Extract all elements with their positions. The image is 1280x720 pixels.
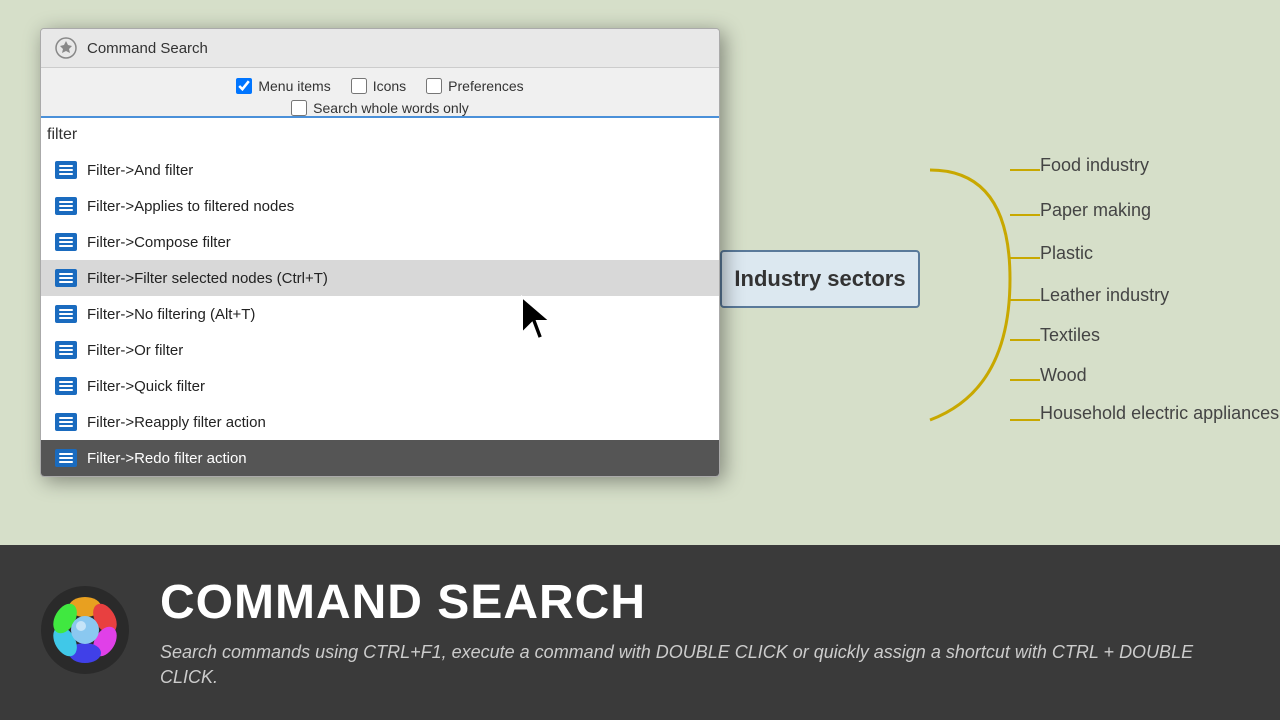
branch-plastic: Plastic xyxy=(1040,243,1093,264)
options-row-1: Menu items Icons Preferences xyxy=(236,78,523,94)
bottom-bar: COMMAND SEARCH Search commands using CTR… xyxy=(0,545,1280,720)
menu-items-option[interactable]: Menu items xyxy=(236,78,330,94)
bottom-title: COMMAND SEARCH xyxy=(160,575,1240,630)
preferences-option[interactable]: Preferences xyxy=(426,78,523,94)
result-item[interactable]: Filter->Or filter xyxy=(41,332,719,368)
result-icon xyxy=(55,161,77,179)
mindmap-center-label: Industry sectors xyxy=(734,266,905,292)
whole-words-label: Search whole words only xyxy=(313,100,469,116)
options-row-2: Search whole words only xyxy=(291,100,469,116)
dialog-options: Menu items Icons Preferences Search whol… xyxy=(41,68,719,116)
result-label: Filter->Filter selected nodes (Ctrl+T) xyxy=(87,270,328,287)
menu-items-checkbox[interactable] xyxy=(236,78,252,94)
menu-items-label: Menu items xyxy=(258,78,330,94)
result-icon xyxy=(55,233,77,251)
result-item[interactable]: Filter->Applies to filtered nodes xyxy=(41,188,719,224)
result-label: Filter->Reapply filter action xyxy=(87,414,266,431)
result-label: Filter->Or filter xyxy=(87,342,183,359)
whole-words-checkbox[interactable] xyxy=(291,100,307,116)
branch-textiles: Textiles xyxy=(1040,325,1100,346)
result-item-selected[interactable]: Filter->Filter selected nodes (Ctrl+T) xyxy=(41,260,719,296)
result-label: Filter->Applies to filtered nodes xyxy=(87,198,294,215)
result-label: Filter->Redo filter action xyxy=(87,450,247,467)
result-icon xyxy=(55,449,77,467)
bottom-logo xyxy=(40,585,130,680)
bottom-description: Search commands using CTRL+F1, execute a… xyxy=(160,640,1240,690)
result-item[interactable]: Filter->Compose filter xyxy=(41,224,719,260)
dialog-titlebar: Command Search xyxy=(41,29,719,68)
app-icon xyxy=(55,37,77,59)
result-item[interactable]: Filter->And filter xyxy=(41,152,719,188)
branch-household: Household electric appliances xyxy=(1040,403,1279,424)
command-search-dialog: Command Search Menu items Icons Preferen… xyxy=(40,28,720,477)
result-label: Filter->Compose filter xyxy=(87,234,231,251)
result-icon xyxy=(55,269,77,287)
mindmap-area: Industry sectors Food industry Paper mak… xyxy=(640,40,1260,520)
app-logo xyxy=(40,585,130,675)
branch-paper-making: Paper making xyxy=(1040,200,1151,221)
preferences-checkbox[interactable] xyxy=(426,78,442,94)
icons-option[interactable]: Icons xyxy=(351,78,406,94)
results-list: Filter->And filter Filter->Applies to fi… xyxy=(41,152,719,476)
result-icon xyxy=(55,377,77,395)
icons-label: Icons xyxy=(373,78,406,94)
result-icon xyxy=(55,413,77,431)
dialog-title: Command Search xyxy=(87,40,208,57)
result-icon xyxy=(55,341,77,359)
branch-food-industry: Food industry xyxy=(1040,155,1149,176)
bottom-text-area: COMMAND SEARCH Search commands using CTR… xyxy=(160,575,1240,690)
result-item[interactable]: Filter->Reapply filter action xyxy=(41,404,719,440)
branch-leather-industry: Leather industry xyxy=(1040,285,1169,306)
branch-wood: Wood xyxy=(1040,365,1087,386)
icons-checkbox[interactable] xyxy=(351,78,367,94)
result-label: Filter->Quick filter xyxy=(87,378,205,395)
search-input[interactable] xyxy=(47,126,713,144)
result-icon xyxy=(55,197,77,215)
result-icon xyxy=(55,305,77,323)
result-label: Filter->And filter xyxy=(87,162,193,179)
result-item-dark[interactable]: Filter->Redo filter action xyxy=(41,440,719,476)
preferences-label: Preferences xyxy=(448,78,523,94)
whole-words-option[interactable]: Search whole words only xyxy=(291,100,469,116)
result-item[interactable]: Filter->No filtering (Alt+T) xyxy=(41,296,719,332)
mindmap-center-node: Industry sectors xyxy=(720,250,920,308)
result-label: Filter->No filtering (Alt+T) xyxy=(87,306,255,323)
search-input-wrapper[interactable] xyxy=(41,116,719,152)
result-item[interactable]: Filter->Quick filter xyxy=(41,368,719,404)
